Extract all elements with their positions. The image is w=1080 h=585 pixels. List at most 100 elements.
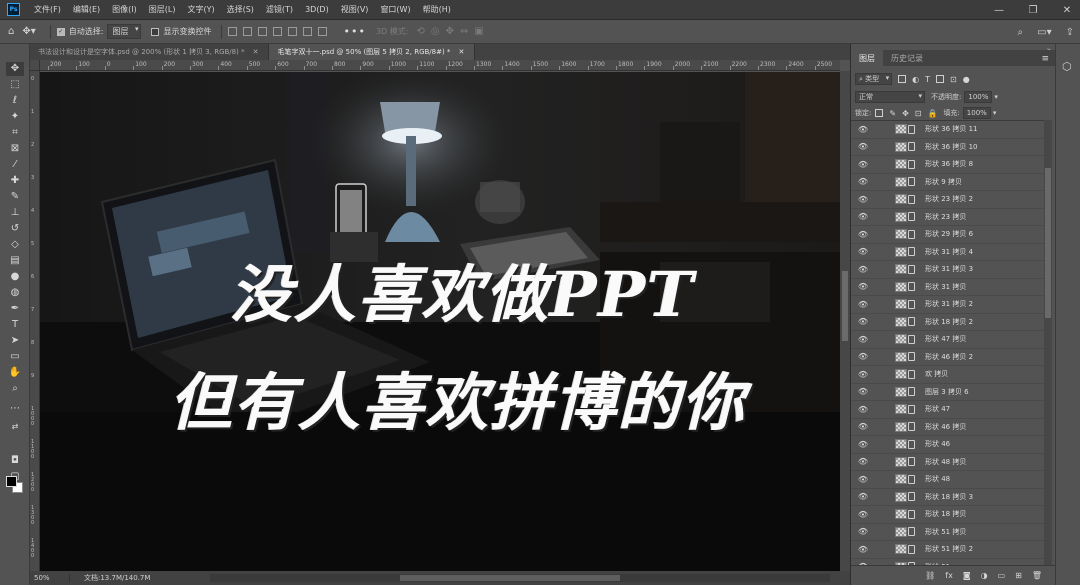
marquee-tool-icon[interactable]: ⬚ bbox=[6, 78, 24, 92]
layer-row[interactable]: 👁 形状 46 拷贝 2 bbox=[851, 349, 1046, 366]
visibility-eye-icon[interactable]: 👁 bbox=[857, 440, 869, 449]
layer-row[interactable]: 👁 形状 31 拷贝 2 bbox=[851, 296, 1046, 314]
swap-colors-icon[interactable]: ⇄ bbox=[6, 420, 24, 434]
move-tool-icon[interactable]: ✥ bbox=[6, 62, 24, 76]
new-layer-icon[interactable]: ⊞ bbox=[1015, 571, 1022, 580]
horizontal-ruler[interactable]: 200 100 0 100 200 300 400 500 600 700 800 900 1000 11… bbox=[40, 60, 840, 71]
history-brush-tool-icon[interactable]: ↺ bbox=[6, 222, 24, 236]
visibility-eye-icon[interactable]: 👁 bbox=[857, 475, 869, 484]
foreground-color-swatch[interactable] bbox=[6, 476, 17, 487]
path-selection-tool-icon[interactable]: ➤ bbox=[6, 334, 24, 348]
visibility-eye-icon[interactable]: 👁 bbox=[857, 317, 869, 326]
lock-position-icon[interactable]: ✥ bbox=[902, 109, 909, 118]
align-bottom-icon[interactable] bbox=[303, 27, 313, 36]
frame-tool-icon[interactable]: ⊠ bbox=[6, 142, 24, 156]
link-layers-icon[interactable]: ⛓ bbox=[925, 571, 935, 580]
blend-mode-dropdown[interactable]: 正常 bbox=[855, 91, 925, 103]
more-tools-icon[interactable]: ⋯ bbox=[6, 402, 24, 416]
visibility-eye-icon[interactable]: 👁 bbox=[857, 352, 869, 361]
menu-help[interactable]: 帮助(H) bbox=[417, 4, 457, 15]
properties-panel-icon[interactable]: ⬡ bbox=[1062, 60, 1072, 73]
tab-document-1[interactable]: 书法设计和设计是空字体.psd @ 200% (形状 1 拷贝 3, RGB/8… bbox=[30, 44, 270, 60]
visibility-eye-icon[interactable]: 👁 bbox=[857, 265, 869, 274]
filter-adjustment-icon[interactable]: ◐ bbox=[912, 75, 919, 84]
document-info[interactable]: 文档:13.7M/140.7M bbox=[70, 573, 210, 583]
menu-view[interactable]: 视图(V) bbox=[335, 4, 375, 15]
visibility-eye-icon[interactable]: 👁 bbox=[857, 125, 869, 134]
layer-row[interactable]: 👁 形状 51 拷贝 2 bbox=[851, 541, 1046, 559]
brush-tool-icon[interactable]: ✎ bbox=[6, 190, 24, 204]
crop-tool-icon[interactable]: ⌗ bbox=[6, 126, 24, 140]
layer-row[interactable]: 👁 形状 47 bbox=[851, 401, 1046, 419]
scrollbar-thumb[interactable] bbox=[400, 575, 620, 581]
visibility-eye-icon[interactable]: 👁 bbox=[857, 457, 869, 466]
scrollbar-thumb[interactable] bbox=[842, 271, 848, 341]
filter-smart-object-icon[interactable]: ⊡ bbox=[950, 75, 957, 84]
lock-transparent-icon[interactable] bbox=[875, 109, 884, 117]
scrollbar-thumb[interactable] bbox=[1045, 168, 1051, 318]
dodge-tool-icon[interactable]: ◍ bbox=[6, 286, 24, 300]
visibility-eye-icon[interactable]: 👁 bbox=[857, 545, 869, 554]
close-tab-icon[interactable]: ✕ bbox=[253, 48, 259, 56]
visibility-eye-icon[interactable]: 👁 bbox=[857, 212, 869, 221]
layers-scrollbar[interactable] bbox=[1044, 120, 1052, 565]
layer-row[interactable]: 👁 形状 18 拷贝 2 bbox=[851, 314, 1046, 331]
vertical-ruler[interactable]: 0 1 2 3 4 5 6 7 8 9 1000 1100 1200 1300 1400 bbox=[30, 71, 40, 571]
filter-pixel-icon[interactable] bbox=[898, 75, 907, 83]
menu-layer[interactable]: 图层(L) bbox=[143, 4, 182, 15]
home-icon[interactable]: ⌂ bbox=[8, 26, 14, 37]
fx-icon[interactable]: fx bbox=[945, 571, 953, 580]
share-icon[interactable]: ⇪ bbox=[1066, 27, 1074, 38]
tab-layers[interactable]: 图层 bbox=[851, 50, 883, 66]
layer-row[interactable]: 👁 形状 18 拷贝 bbox=[851, 506, 1046, 524]
layer-row[interactable]: 👁 形状 18 拷贝 3 bbox=[851, 489, 1046, 506]
chevron-down-icon[interactable]: ▾ bbox=[994, 93, 998, 101]
align-middle-icon[interactable] bbox=[288, 27, 298, 36]
new-group-icon[interactable]: ▭ bbox=[998, 571, 1006, 580]
auto-select-target-dropdown[interactable]: 图层 bbox=[107, 24, 142, 39]
align-right-icon[interactable] bbox=[258, 27, 268, 36]
visibility-eye-icon[interactable]: 👁 bbox=[857, 142, 869, 151]
visibility-eye-icon[interactable]: 👁 bbox=[857, 422, 869, 431]
layer-row[interactable]: 👁 形状 31 拷贝 3 bbox=[851, 261, 1046, 279]
minimize-icon[interactable]: — bbox=[992, 5, 1006, 16]
visibility-eye-icon[interactable]: 👁 bbox=[857, 195, 869, 204]
visibility-eye-icon[interactable]: 👁 bbox=[857, 300, 869, 309]
tab-document-2[interactable]: 毛笔字双十一.psd @ 50% (图层 5 拷贝 2, RGB/8#) * ✕ bbox=[269, 44, 476, 60]
panel-menu-icon[interactable]: ≡ bbox=[1041, 54, 1049, 64]
layer-row[interactable]: 👁 形状 46 拷贝 bbox=[851, 419, 1046, 436]
layer-row[interactable]: 👁 形状 48 bbox=[851, 471, 1046, 489]
pen-tool-icon[interactable]: ✒ bbox=[6, 302, 24, 316]
visibility-eye-icon[interactable]: 👁 bbox=[857, 335, 869, 344]
document-canvas[interactable]: 没人喜欢做PPT 但有人喜欢拼博的你 bbox=[40, 72, 840, 571]
lock-all-icon[interactable]: 🔒 bbox=[927, 109, 937, 118]
trash-icon[interactable]: 🗑 bbox=[1032, 571, 1042, 580]
menu-select[interactable]: 选择(S) bbox=[221, 4, 260, 15]
layer-row[interactable]: 👁 形状 31 拷贝 bbox=[851, 279, 1046, 296]
filter-shape-icon[interactable] bbox=[936, 75, 945, 83]
visibility-eye-icon[interactable]: 👁 bbox=[857, 282, 869, 291]
layer-row[interactable]: 👁 形状 36 拷贝 11 bbox=[851, 121, 1046, 139]
hand-tool-icon[interactable]: ✋ bbox=[6, 366, 24, 380]
filter-type-icon[interactable]: T bbox=[925, 75, 930, 84]
blur-tool-icon[interactable]: ● bbox=[6, 270, 24, 284]
filter-toggle-icon[interactable]: ● bbox=[963, 75, 970, 84]
close-icon[interactable]: ✕ bbox=[1060, 5, 1074, 16]
lock-image-icon[interactable]: ✎ bbox=[889, 109, 896, 118]
stamp-tool-icon[interactable]: ⊥ bbox=[6, 206, 24, 220]
workspace-icon[interactable]: ▭▾ bbox=[1037, 27, 1051, 38]
zoom-tool-icon[interactable]: ⌕ bbox=[6, 382, 24, 396]
adjustment-layer-icon[interactable]: ◑ bbox=[981, 571, 988, 580]
3d-roll-icon[interactable]: ◎ bbox=[431, 26, 440, 37]
layer-row[interactable]: 👁 形状 31 拷贝 4 bbox=[851, 244, 1046, 261]
visibility-eye-icon[interactable]: 👁 bbox=[857, 247, 869, 256]
align-center-h-icon[interactable] bbox=[243, 27, 253, 36]
visibility-eye-icon[interactable]: 👁 bbox=[857, 405, 869, 414]
menu-type[interactable]: 文字(Y) bbox=[181, 4, 220, 15]
layer-row[interactable]: 👁 形状 46 bbox=[851, 436, 1046, 454]
tab-history[interactable]: 历史记录 bbox=[883, 50, 931, 66]
visibility-eye-icon[interactable]: 👁 bbox=[857, 387, 869, 396]
healing-brush-tool-icon[interactable]: ✚ bbox=[6, 174, 24, 188]
layer-row[interactable]: 👁 形状 29 拷贝 6 bbox=[851, 226, 1046, 244]
lock-artboard-icon[interactable]: ⊡ bbox=[915, 109, 922, 118]
